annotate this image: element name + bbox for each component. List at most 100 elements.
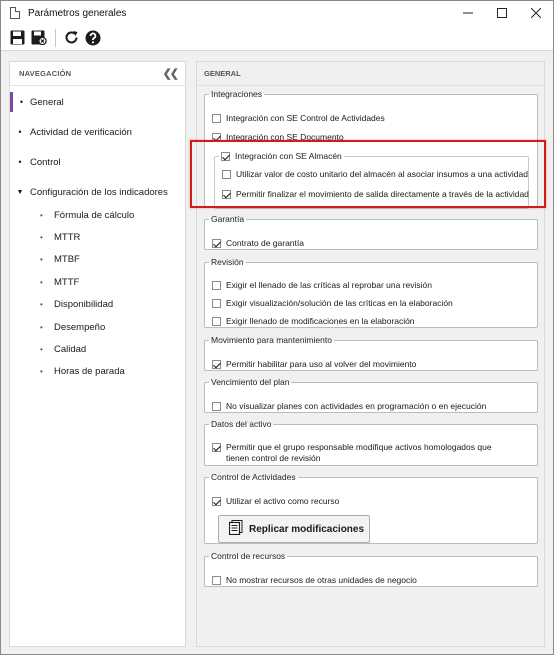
checkbox[interactable] (222, 169, 231, 179)
bullet-icon: • (40, 322, 43, 332)
document-icon (10, 7, 20, 19)
integracion-almacen-group: Integración con SE Almacén Utilizar valo… (214, 151, 529, 209)
nav-subitem-mttr[interactable]: • MTTR (40, 228, 80, 246)
nav-item-label: Control (30, 156, 61, 168)
navigation-panel: NAVEGACIÓN ❮❮ • General • Actividad de v… (9, 61, 186, 647)
title-bar: Parámetros generales (1, 1, 553, 25)
toolbar-separator (55, 28, 56, 47)
bullet-icon: • (18, 157, 22, 167)
no-mostrar-recursos-option[interactable]: No mostrar recursos de otras unidades de… (212, 575, 417, 585)
help-icon[interactable] (83, 28, 103, 48)
nav-subitem-label: Desempeño (54, 321, 106, 333)
checkbox[interactable] (212, 132, 221, 142)
group-legend: Revisión (211, 257, 244, 267)
navigation-header: NAVEGACIÓN ❮❮ (10, 62, 185, 86)
group-legend: Datos del activo (211, 419, 272, 429)
option-label: Permitir habilitar para uso al volver de… (226, 359, 417, 369)
checkbox[interactable] (212, 298, 221, 308)
save-icon[interactable] (7, 28, 27, 48)
no-visualizar-planes-option[interactable]: No visualizar planes con actividades en … (212, 401, 486, 411)
minimize-icon[interactable] (451, 1, 485, 25)
nav-subitem-mtbf[interactable]: • MTBF (40, 250, 80, 268)
group-legend[interactable]: Integración con SE Almacén (219, 151, 344, 161)
group-legend: Integraciones (211, 89, 263, 99)
checkbox[interactable] (212, 496, 221, 506)
caret-down-icon[interactable]: ▼ (10, 189, 30, 196)
nav-subitem-label: Horas de parada (54, 365, 125, 377)
nav-subitem-formula[interactable]: • Fórmula de cálculo (40, 206, 134, 224)
integraciones-group: Integraciones Integración con SE Control… (204, 89, 538, 209)
movimiento-mantenimiento-group: Movimiento para mantenimiento Permitir h… (204, 335, 538, 371)
bullet-icon: • (40, 254, 43, 264)
checkbox[interactable] (212, 443, 221, 452)
replicar-modificaciones-button[interactable]: Replicar modificaciones (218, 515, 370, 543)
bullet-icon: • (40, 344, 43, 354)
option-label: No visualizar planes con actividades en … (226, 401, 487, 411)
nav-subitem-label: Disponibilidad (54, 298, 114, 310)
integracion-control-actividades-option[interactable]: Integración con SE Control de Actividade… (212, 113, 385, 123)
finalizar-movimiento-option[interactable]: Permitir finalizar el movimiento de sali… (222, 189, 529, 199)
navigation-title: NAVEGACIÓN (19, 69, 72, 78)
grupo-responsable-option[interactable]: Permitir que el grupo responsable modifi… (212, 442, 512, 464)
option-label: Utilizar el activo como recurso (226, 496, 340, 506)
group-legend: Garantía (211, 214, 245, 224)
general-header: GENERAL (197, 62, 544, 86)
garantia-group: Garantía Contrato de garantía (204, 214, 538, 250)
exigir-visualizacion-option[interactable]: Exigir visualización/solución de las crí… (212, 298, 453, 308)
nav-subitem-desempeno[interactable]: • Desempeño (40, 318, 105, 336)
nav-item-actividad-verificacion[interactable]: • Actividad de verificación (10, 122, 185, 142)
general-panel: GENERAL Integraciones Integración con SE… (196, 61, 545, 647)
habilitar-uso-option[interactable]: Permitir habilitar para uso al volver de… (212, 359, 416, 369)
checkbox[interactable] (212, 316, 221, 326)
bullet-icon: • (40, 232, 43, 242)
group-legend: Movimiento para mantenimiento (211, 335, 332, 345)
group-legend: Vencimiento del plan (211, 377, 290, 387)
save-close-icon[interactable] (29, 28, 49, 48)
nav-subitem-label: MTTR (54, 231, 81, 243)
nav-subitem-label: Calidad (54, 343, 87, 355)
window-controls (451, 1, 553, 25)
costo-unitario-option[interactable]: Utilizar valor de costo unitario del alm… (222, 169, 528, 179)
nav-item-control[interactable]: • Control (10, 152, 185, 172)
option-label: No mostrar recursos de otras unidades de… (226, 575, 417, 585)
integracion-documento-option[interactable]: Integración con SE Documento (212, 132, 344, 142)
control-actividades-group: Control de Actividades Utilizar el activ… (204, 472, 538, 544)
maximize-icon[interactable] (485, 1, 519, 25)
activo-recurso-option[interactable]: Utilizar el activo como recurso (212, 496, 339, 506)
checkbox[interactable] (212, 401, 221, 411)
nav-subitem-mttf[interactable]: • MTTF (40, 273, 79, 291)
nav-item-configuracion-indicadores[interactable]: ▼ Configuración de los indicadores (10, 182, 185, 202)
option-label: Contrato de garantía (226, 238, 304, 248)
revision-group: Revisión Exigir el llenado de las crític… (204, 257, 538, 328)
nav-item-general[interactable]: • General (10, 92, 185, 112)
option-label: Integración con SE Control de Actividade… (226, 113, 385, 123)
close-icon[interactable] (519, 1, 553, 25)
nav-subitem-horas-parada[interactable]: • Horas de parada (40, 362, 125, 380)
option-label: Exigir visualización/solución de las crí… (226, 298, 453, 308)
vencimiento-plan-group: Vencimiento del plan No visualizar plane… (204, 377, 538, 413)
nav-subitem-disponibilidad[interactable]: • Disponibilidad (40, 295, 113, 313)
contrato-garantia-option[interactable]: Contrato de garantía (212, 238, 304, 248)
checkbox[interactable] (212, 238, 221, 248)
checkbox[interactable] (212, 575, 221, 585)
bullet-icon: • (40, 299, 43, 309)
collapse-panel-icon[interactable]: ❮❮ (163, 67, 180, 80)
exigir-criticas-option[interactable]: Exigir el llenado de las críticas al rep… (212, 280, 432, 290)
option-label: Permitir que el grupo responsable modifi… (226, 442, 492, 463)
checkbox[interactable] (212, 280, 221, 290)
window: Parámetros generales NAVEGACIÓN ❮❮ • Gen… (0, 0, 554, 655)
nav-item-label: General (30, 96, 64, 108)
option-label: Permitir finalizar el movimiento de sali… (236, 189, 529, 199)
checkbox[interactable] (222, 189, 231, 199)
checkbox[interactable] (212, 113, 221, 123)
option-label: Integración con SE Almacén (235, 151, 342, 161)
window-title: Parámetros generales (28, 7, 127, 19)
bullet-icon: • (18, 127, 22, 137)
checkbox[interactable] (221, 151, 230, 161)
exigir-modificaciones-option[interactable]: Exigir llenado de modificaciones en la e… (212, 316, 415, 326)
checkbox[interactable] (212, 359, 221, 369)
nav-subitem-calidad[interactable]: • Calidad (40, 340, 86, 358)
refresh-icon[interactable] (61, 28, 81, 48)
group-legend: Control de Actividades (211, 472, 296, 482)
bullet-icon: • (19, 97, 24, 107)
